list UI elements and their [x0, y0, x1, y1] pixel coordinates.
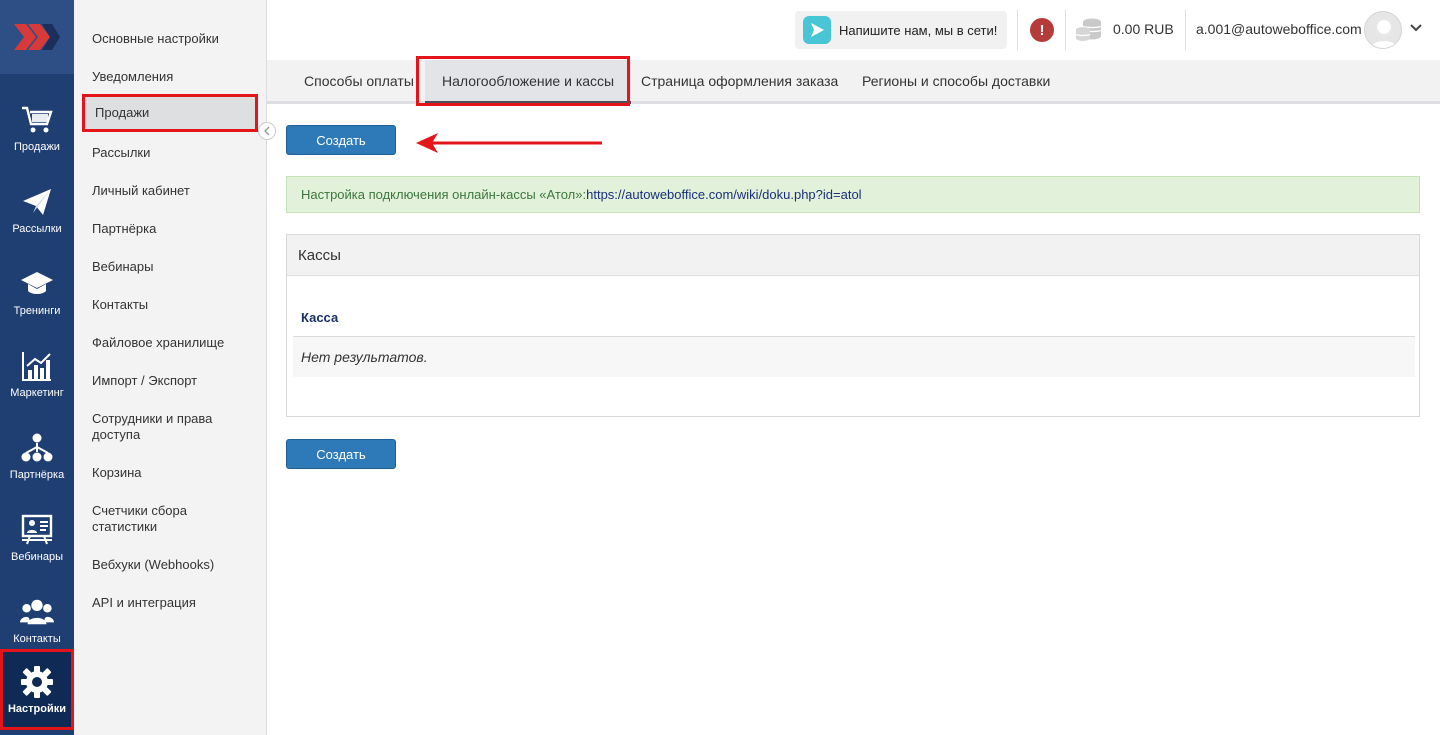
panel-title: Кассы: [287, 235, 1419, 276]
rail-item-webinars[interactable]: Вебинары: [0, 498, 74, 578]
submenu-item-mailings[interactable]: Рассылки: [92, 145, 252, 161]
divider: [1065, 10, 1066, 50]
empty-results-row: Нет результатов.: [293, 337, 1415, 377]
rail-item-label: Тренинги: [13, 305, 61, 317]
chevron-left-icon: [264, 126, 270, 136]
user-email[interactable]: a.001@autoweboffice.com: [1196, 21, 1362, 37]
graduation-cap-icon: [20, 267, 54, 301]
main-nav-rail: Продажи Рассылки Тренинги Маркетинг Парт: [0, 0, 74, 735]
cashboxes-panel: Кассы Касса Нет результатов.: [286, 234, 1420, 417]
rail-item-label: Продажи: [14, 141, 60, 153]
presentation-icon: [20, 513, 54, 547]
submenu-item-webinars[interactable]: Вебинары: [92, 259, 252, 275]
collapse-submenu-button[interactable]: [258, 122, 276, 140]
chevron-down-icon[interactable]: [1408, 20, 1424, 36]
gear-icon: [20, 665, 54, 699]
submenu-item-counters[interactable]: Счетчики сбора статистики: [92, 503, 252, 535]
info-text: Настройка подключения онлайн-кассы «Атол…: [301, 187, 587, 202]
rail-item-settings[interactable]: Настройки: [0, 649, 74, 730]
network-icon: [20, 431, 54, 465]
coins-icon: [1075, 18, 1102, 41]
submenu-item-sales[interactable]: Продажи: [82, 94, 258, 132]
atol-wiki-link[interactable]: https://autoweboffice.com/wiki/doku.php?…: [586, 187, 861, 202]
submenu-item-notifications[interactable]: Уведомления: [92, 69, 252, 85]
rail-item-contacts[interactable]: Контакты: [0, 580, 74, 660]
rail-item-marketing[interactable]: Маркетинг: [0, 334, 74, 414]
submenu-item-general[interactable]: Основные настройки: [92, 31, 252, 47]
balance-value: 0.00 RUB: [1113, 21, 1174, 37]
create-button-bottom[interactable]: Создать: [286, 439, 396, 469]
user-silhouette-icon: [1370, 20, 1398, 48]
chat-button[interactable]: Напишите нам, мы в сети!: [795, 11, 1007, 49]
info-alert: Настройка подключения онлайн-кассы «Атол…: [286, 176, 1420, 213]
submenu-item-file-storage[interactable]: Файловое хранилище: [92, 335, 252, 351]
submenu-item-label: Продажи: [95, 105, 150, 120]
tab-taxation-cashboxes[interactable]: Налогообложение и кассы: [425, 60, 632, 104]
rail-item-label: Вебинары: [11, 551, 63, 563]
alert-icon[interactable]: !: [1030, 18, 1054, 42]
rail-item-label: Партнёрка: [9, 469, 65, 481]
divider: [1017, 10, 1018, 50]
app-root: Продажи Рассылки Тренинги Маркетинг Парт: [0, 0, 1440, 735]
create-button-top[interactable]: Создать: [286, 125, 396, 155]
chat-play-icon: [803, 16, 831, 44]
tab-payment-methods[interactable]: Способы оплаты: [287, 60, 431, 101]
rail-item-label: Маркетинг: [10, 387, 64, 399]
logo[interactable]: [0, 0, 74, 74]
submenu-item-partners[interactable]: Партнёрка: [92, 221, 252, 237]
tab-regions-delivery[interactable]: Регионы и способы доставки: [845, 60, 1067, 101]
rail-item-label: Контакты: [13, 633, 61, 645]
users-icon: [20, 595, 54, 629]
top-header: Напишите нам, мы в сети! ! 0.00 RUB a.00…: [267, 0, 1440, 60]
rail-item-trainings[interactable]: Тренинги: [0, 252, 74, 332]
submenu-item-staff[interactable]: Сотрудники и права доступа: [92, 411, 252, 443]
submenu-item-trash[interactable]: Корзина: [92, 465, 252, 481]
submenu-item-contacts[interactable]: Контакты: [92, 297, 252, 313]
paper-plane-icon: [20, 185, 54, 219]
rail-item-label: Рассылки: [12, 223, 62, 235]
divider: [1185, 10, 1186, 50]
avatar[interactable]: [1364, 11, 1402, 49]
tab-checkout-page[interactable]: Страница оформления заказа: [624, 60, 855, 101]
bar-chart-icon: [20, 349, 54, 383]
rail-item-partners[interactable]: Партнёрка: [0, 416, 74, 496]
rail-item-label: Настройки: [7, 702, 67, 715]
rail-item-mailings[interactable]: Рассылки: [0, 170, 74, 250]
logo-icon: [14, 24, 60, 50]
annotation-arrow: [416, 133, 602, 153]
settings-submenu: Основные настройки Уведомления Продажи Р…: [74, 0, 267, 735]
cart-icon: [20, 103, 54, 137]
submenu-item-cabinet[interactable]: Личный кабинет: [92, 183, 252, 199]
rail-item-sales[interactable]: Продажи: [0, 88, 74, 168]
submenu-item-webhooks[interactable]: Вебхуки (Webhooks): [92, 557, 252, 573]
chat-button-label: Напишите нам, мы в сети!: [839, 22, 998, 38]
submenu-item-api[interactable]: API и интеграция: [92, 595, 252, 611]
tabs-bar: Способы оплаты Налогообложение и кассы С…: [267, 60, 1440, 104]
column-header-cashbox[interactable]: Касса: [293, 298, 1415, 337]
submenu-item-import-export[interactable]: Импорт / Экспорт: [92, 373, 252, 389]
